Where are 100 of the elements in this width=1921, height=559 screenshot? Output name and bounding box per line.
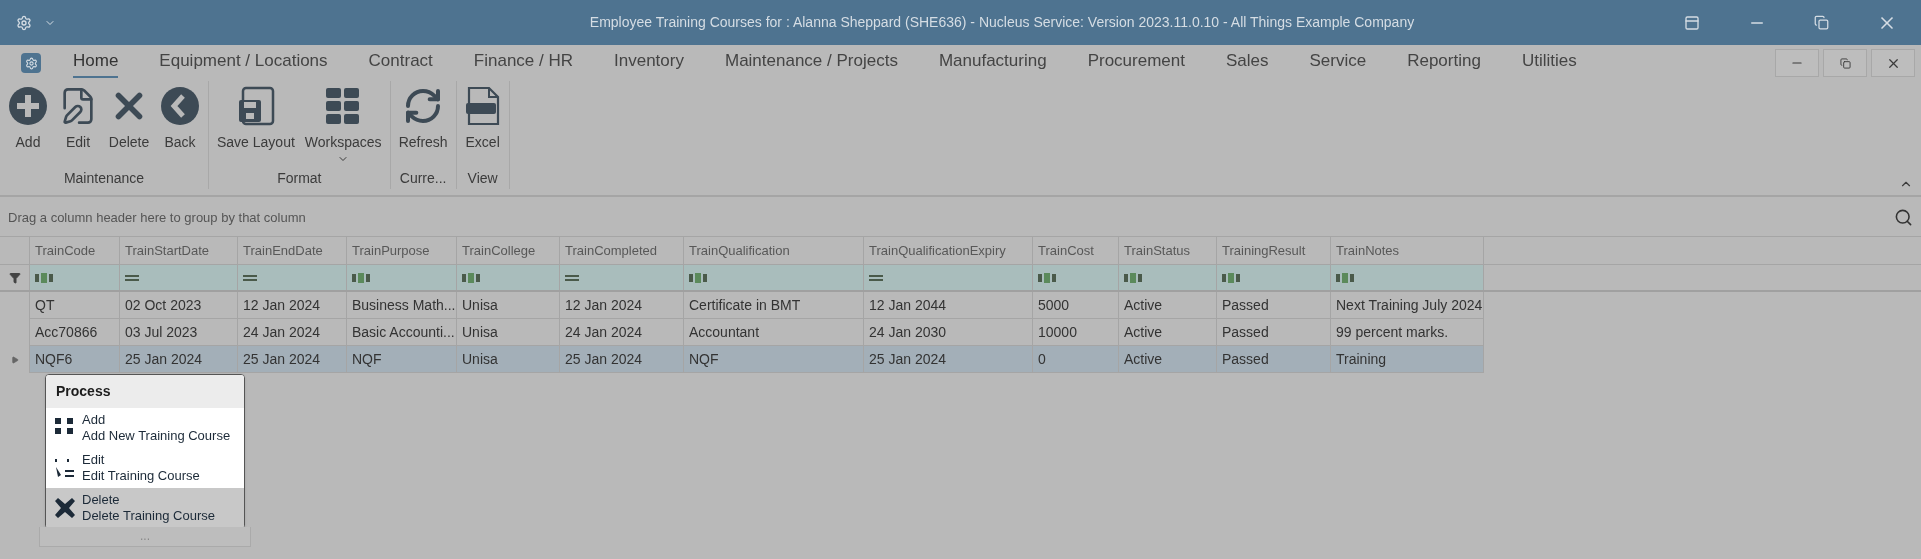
column-header[interactable]: TrainQualification [684,237,864,264]
table-cell: 5000 [1033,292,1119,319]
table-cell: Unisa [457,346,560,373]
column-header[interactable]: TrainEndDate [238,237,347,264]
spreadsheet-file-icon [464,86,501,126]
filter-cell[interactable] [120,265,238,290]
ribbon-tab[interactable]: Sales [1225,48,1269,78]
table-cell: 12 Jan 2044 [864,292,1033,319]
window-title: Employee Training Courses for : Alanna Sheppard (SHE636) - Nucleus Service: Version 2023.11.0.10 - All Things Example Company [588,13,1416,32]
ribbon-button[interactable]: Workspaces [300,86,386,165]
ribbon-button[interactable]: Refresh [394,86,452,153]
table-cell: 12 Jan 2024 [238,292,347,319]
text-filter-icon [462,272,480,283]
menu-item-label: Add [82,412,107,428]
table-cell: 02 Oct 2023 [120,292,238,319]
text-filter-icon [689,272,707,283]
text-filter-icon [35,272,53,283]
filter-cell[interactable] [1331,265,1484,290]
ribbon-button[interactable]: Add [4,86,52,153]
filter-cell[interactable] [1217,265,1331,290]
ribbon-tab[interactable]: Manufacturing [938,48,1047,78]
table-cell: 12 Jan 2024 [560,292,684,319]
filter-cell[interactable] [864,265,1033,290]
menu-item-label: Delete [82,492,121,508]
menu-item-description: Delete Training Course [82,508,215,524]
equals-filter-icon [243,273,257,282]
filter-cell[interactable] [30,265,120,290]
ribbon-tab[interactable]: Reporting [1407,48,1481,78]
ribbon-tab[interactable]: Inventory [614,48,684,78]
table-cell: Business Math... [347,292,457,319]
search-icon[interactable] [1894,208,1913,227]
column-header[interactable]: TrainingResult [1217,237,1331,264]
ribbon-tab[interactable]: Finance / HR [473,48,574,78]
menu-item-description: Add New Training Course [82,428,231,444]
menu-item[interactable]: Add Add New Training Course [46,408,244,448]
text-filter-icon [1038,272,1056,283]
table-cell: NQF [684,346,864,373]
column-header[interactable]: TrainCode [30,237,120,264]
table-cell: Passed [1217,292,1331,319]
menu-item-label: Edit [82,452,106,468]
app-menu-button[interactable] [21,53,41,73]
table-cell: 0 [1033,346,1119,373]
menu-title: Process [46,375,244,408]
column-header[interactable]: TrainNotes [1331,237,1484,264]
restore-icon[interactable] [1814,15,1829,30]
ribbon-tab[interactable]: Utilities [1521,48,1577,78]
settings-icon[interactable] [16,14,32,31]
table-cell: NQF [347,346,457,373]
text-filter-icon [352,272,370,283]
table-cell: 25 Jan 2024 [864,346,1033,373]
filter-cell[interactable] [1033,265,1119,290]
ribbon-group-label: Format [277,169,322,188]
squares-icon [55,417,75,435]
menu-item[interactable]: Delete Delete Training Course [46,488,244,528]
equals-filter-icon [125,273,139,282]
filter-cell[interactable] [347,265,457,290]
ribbon-tab[interactable]: Service [1309,48,1367,78]
filter-cell[interactable] [457,265,560,290]
table-cell: NQF6 [30,346,120,373]
ribbon-tab[interactable]: Maintenance / Projects [724,48,898,78]
ribbon-button[interactable]: Edit [54,86,102,153]
filter-cell[interactable] [238,265,347,290]
ribbon-button[interactable]: Excel [460,86,505,153]
close-button[interactable] [1871,49,1915,77]
ribbon-button[interactable]: Delete [104,86,154,153]
back-circle-icon [160,86,200,126]
text-filter-icon [1222,272,1240,283]
column-header[interactable]: TrainStartDate [120,237,238,264]
table-cell: Next Training July 2024 [1331,292,1484,319]
ribbon-tab[interactable]: Equipment / Locations [159,48,328,78]
pen-lines-icon [55,457,75,479]
restore-button[interactable] [1823,49,1867,77]
table-cell: Certificate in BMT [684,292,864,319]
filter-cell[interactable] [1119,265,1217,290]
menu-item[interactable]: Edit Edit Training Course [46,448,244,488]
column-header[interactable]: TrainCost [1033,237,1119,264]
table-cell: 25 Jan 2024 [238,346,347,373]
filter-icon[interactable] [8,271,21,284]
column-header[interactable]: TrainCollege [457,237,560,264]
filter-cell[interactable] [560,265,684,290]
group-panel-hint: Drag a column header here to group by that column [8,208,306,227]
ribbon-tab[interactable]: Home [73,48,119,78]
equals-filter-icon [565,273,579,282]
ribbon-tab[interactable]: Procurement [1087,48,1185,78]
ribbon-tab[interactable]: Contract [368,48,433,78]
column-header[interactable]: TrainQualificationExpiry [864,237,1033,264]
table-cell: 25 Jan 2024 [120,346,238,373]
text-filter-icon [1124,272,1142,283]
table-cell: Passed [1217,346,1331,373]
panel-icon[interactable] [1684,14,1700,31]
table-cell: Unisa [457,292,560,319]
floppy-layout-icon [236,86,275,126]
menu-item-description: Edit Training Course [82,468,200,484]
column-header[interactable]: TrainCompleted [560,237,684,264]
filter-cell[interactable] [684,265,864,290]
column-header[interactable]: TrainStatus [1119,237,1217,264]
text-filter-icon [1336,272,1354,283]
ribbon-button[interactable]: Back [156,86,204,153]
ribbon-button[interactable]: Save Layout [213,86,299,153]
column-header[interactable]: TrainPurpose [347,237,457,264]
